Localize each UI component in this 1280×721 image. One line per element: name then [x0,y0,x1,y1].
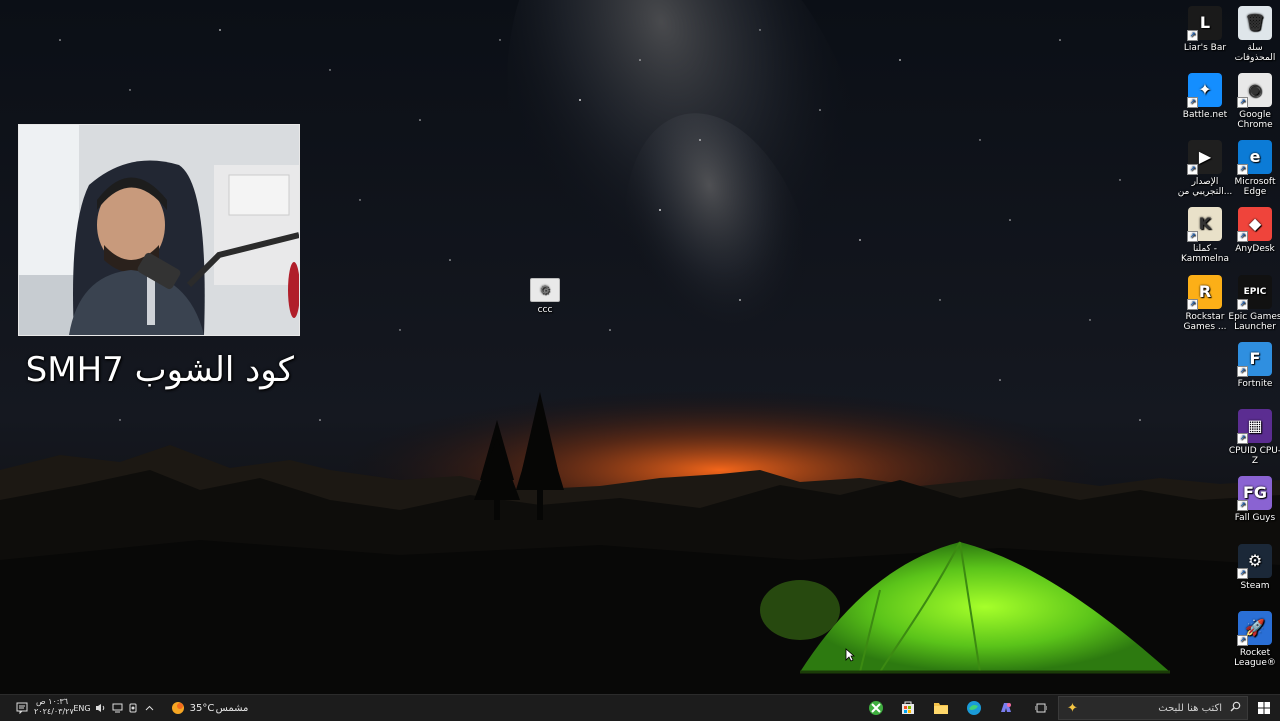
search-box[interactable]: ✦ اكتب هنا للبحث [1058,696,1248,720]
desktop-icon-label: Google Chrome [1237,110,1273,130]
system-clock[interactable]: ١٠:٣٦ ص ٢٠٢٤/٠٣/٢٧ [34,697,74,717]
microsoft-store-icon[interactable] [898,695,918,721]
weather-temperature[interactable]: 35°C [190,695,215,721]
shortcut-arrow-icon: ↗ [1237,635,1248,646]
shortcut-arrow-icon: ↗ [1237,97,1248,108]
kammelna-icon: K ↗ [1187,207,1222,242]
search-highlight-icon: ✦ [1067,701,1078,716]
desktop-icon-label: AnyDesk [1235,244,1275,254]
recycle-bin-icon: 🗑 [1238,6,1272,40]
mouse-cursor [845,647,856,666]
desktop-icon-ccc[interactable]: ⚙ ccc [516,278,574,315]
file-explorer-icon[interactable] [931,695,951,721]
clock-time: ١٠:٣٦ ص [35,697,69,706]
shortcut-arrow-icon: ↗ [1187,164,1198,175]
shop-code-text: كود الشوب SMH7 [25,350,294,390]
desktop-icon-label: ccc [537,305,553,315]
shortcut-arrow-icon: ↗ [1237,299,1248,310]
windows-logo-icon [1258,702,1270,714]
epic-games-icon: EPIC ↗ [1237,275,1272,310]
desktop-icon-anydesk[interactable]: ◆ ↗ AnyDesk [1226,207,1280,254]
xbox-icon[interactable] [866,695,886,721]
desktop-icon-edge[interactable]: e ↗ Microsoft Edge [1226,140,1280,197]
desktop-wallpaper [0,0,1280,694]
shortcut-arrow-icon: ↗ [1187,97,1198,108]
liars-bar-icon: L ↗ [1187,6,1222,41]
webcam-overlay [18,124,300,336]
shortcut-arrow-icon: ↗ [1237,231,1248,242]
chrome-icon: ◉ ↗ [1237,73,1272,108]
cpuz-icon: ▦ ↗ [1237,409,1272,444]
google-play-games-icon: ▶ ↗ [1187,140,1222,175]
shortcut-arrow-icon: ↗ [1237,164,1248,175]
copilot-icon[interactable] [996,695,1016,721]
taskbar: ١٠:٣٦ ص ٢٠٢٤/٠٣/٢٧ ENG 35°C مشمس ✦ اكتب … [0,694,1280,721]
desktop-icon-label: CPUID CPU-Z [1228,446,1280,466]
desktop-icon-fallguys[interactable]: FG ↗ Fall Guys [1226,476,1280,523]
chevron-up-icon[interactable] [142,695,156,721]
desktop-icon-recycle-bin[interactable]: 🗑 سلة المحذوفات [1226,6,1280,63]
language-indicator[interactable]: ENG [72,695,92,721]
notification-center-icon[interactable] [12,695,32,721]
search-icon [1230,701,1241,715]
weather-description[interactable]: مشمس [216,695,249,721]
desktop-icon-epic[interactable]: EPIC ↗ Epic Games Launcher [1226,275,1280,332]
shortcut-arrow-icon: ↗ [1237,433,1248,444]
fortnite-icon: F ↗ [1237,342,1272,377]
battlenet-icon: ✦ ↗ [1187,73,1222,108]
task-view-icon[interactable] [1032,695,1050,721]
clock-date: ٢٠٢٤/٠٣/٢٧ [34,707,74,716]
sun-icon[interactable] [170,695,186,721]
edge-icon[interactable] [964,695,984,721]
desktop-icon-rocketleague[interactable]: 🚀 ↗ Rocket League® [1226,611,1280,668]
shortcut-arrow-icon: ↗ [1187,231,1198,242]
shortcut-arrow-icon: ↗ [1237,366,1248,377]
desktop-icon-fortnite[interactable]: F ↗ Fortnite [1226,342,1280,389]
desktop-icon-label: Fortnite [1237,379,1273,389]
desktop-icon-label: Rocket League® [1234,648,1276,668]
start-button[interactable] [1254,695,1274,721]
rocket-league-icon: 🚀 ↗ [1237,611,1272,646]
desktop-icon-label: سلة المحذوفات [1234,43,1276,63]
desktop-icon-steam[interactable]: ⚙ ↗ Steam [1226,544,1280,591]
fall-guys-icon: FG ↗ [1237,476,1272,511]
network-icon[interactable] [110,695,124,721]
shortcut-arrow-icon: ↗ [1187,299,1198,310]
tray-app-icon[interactable] [126,695,140,721]
desktop-icon-label: Fall Guys [1234,513,1276,523]
generic-file-icon: ⚙ [530,278,560,302]
steam-icon: ⚙ ↗ [1237,544,1272,579]
desktop-icon-label: Epic Games Launcher [1228,312,1280,332]
volume-icon[interactable] [93,695,107,721]
desktop-icon-label: Steam [1240,581,1270,591]
rockstar-icon: R ↗ [1187,275,1222,310]
search-placeholder: اكتب هنا للبحث [1158,702,1222,714]
shortcut-arrow-icon: ↗ [1187,30,1198,41]
shortcut-arrow-icon: ↗ [1237,500,1248,511]
desktop-icon-chrome[interactable]: ◉ ↗ Google Chrome [1226,73,1280,130]
edge-icon: e ↗ [1237,140,1272,175]
anydesk-icon: ◆ ↗ [1237,207,1272,242]
desktop-icon-cpuz[interactable]: ▦ ↗ CPUID CPU-Z [1226,409,1280,466]
desktop-icon-label: Microsoft Edge [1234,177,1276,197]
shortcut-arrow-icon: ↗ [1237,568,1248,579]
